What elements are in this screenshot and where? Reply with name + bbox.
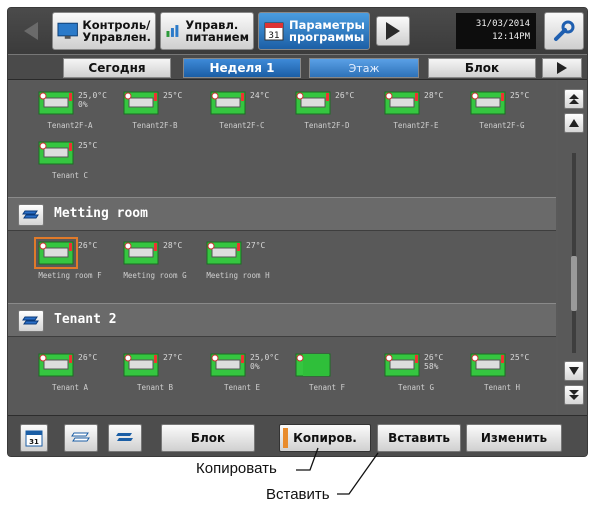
copy-annotation: Копировать [196, 460, 277, 477]
paste-annotation: Вставить [266, 486, 330, 503]
annotation-leader-lines [296, 447, 379, 495]
